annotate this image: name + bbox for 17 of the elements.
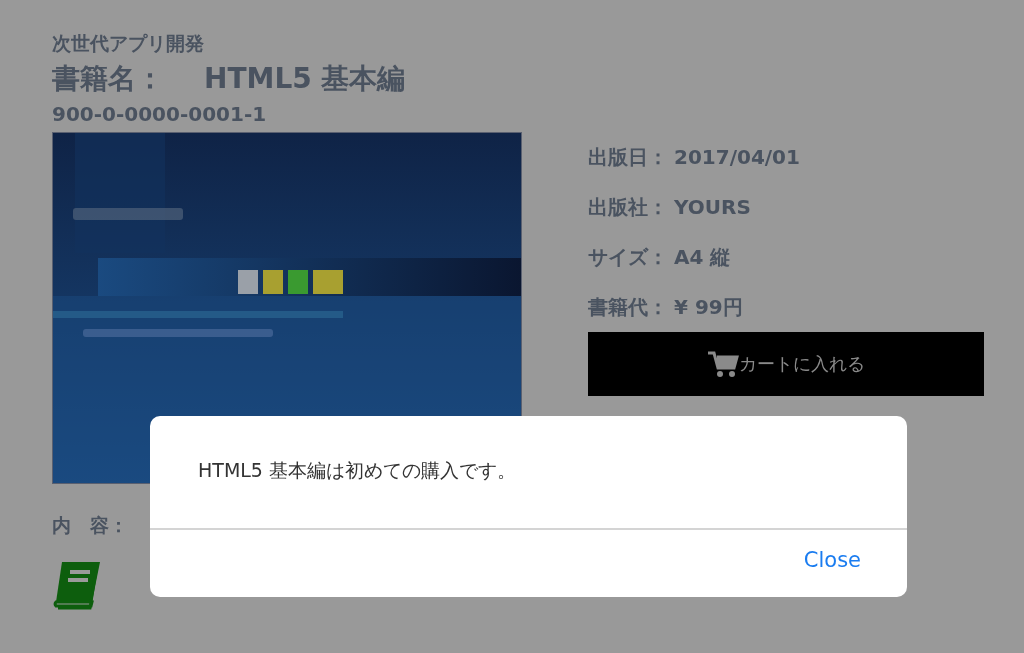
detail-label: サイズ： — [588, 245, 668, 269]
series-title: 次世代アプリ開発 — [52, 31, 205, 56]
detail-value: YOURS — [674, 195, 751, 219]
detail-label: 出版社： — [588, 195, 668, 219]
detail-label: 出版日： — [588, 145, 668, 169]
close-button[interactable]: Close — [803, 548, 861, 572]
detail-value: ¥ 99円 — [674, 295, 743, 319]
detail-value: A4 縦 — [674, 245, 731, 269]
add-to-cart-button[interactable]: カートに入れる — [588, 332, 984, 396]
title-label: 書籍名： — [52, 62, 164, 95]
isbn: 900-0-0000-0001-1 — [52, 101, 268, 128]
book-title: HTML5 基本編 — [204, 62, 406, 95]
detail-value: 2017/04/01 — [674, 145, 800, 169]
contents-label: 内 容： — [52, 513, 129, 538]
dialog-message: HTML5 基本編は初めての購入です。 — [197, 458, 517, 483]
detail-label: 書籍代： — [588, 295, 668, 319]
cart-icon — [707, 350, 739, 378]
